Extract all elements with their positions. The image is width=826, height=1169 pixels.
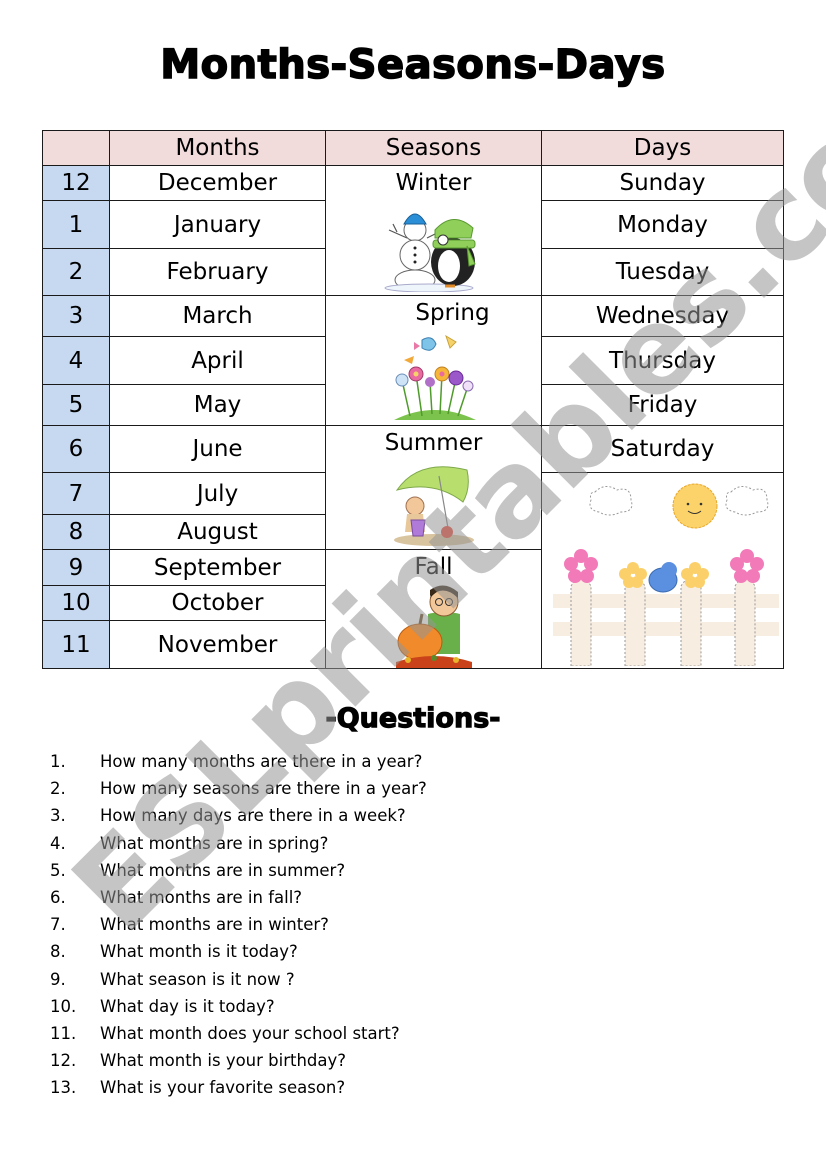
question-number: 8. [50,942,66,962]
question-number: 7. [50,915,66,935]
question-item: 10. What day is it today? [50,993,427,1020]
question-text: What season is it now ? [100,969,295,989]
season-label: Fall [414,554,453,580]
question-text: What month does your school start? [100,1023,400,1043]
question-number: 5. [50,860,66,880]
question-item: 13. What is your favorite season? [50,1074,427,1101]
header-seasons: Seasons [325,130,542,166]
header-number [42,130,110,166]
question-number: 12. [50,1051,77,1071]
question-item: 7. What months are in winter? [50,911,427,938]
question-text: How many months are there in a year? [100,752,423,772]
month-number: 2 [42,248,110,296]
season-spring: Spring [325,295,542,426]
question-item: 3. How many days are there in a week? [50,802,427,829]
month-number: 9 [42,549,110,586]
month-name: August [109,514,326,550]
question-number: 10. [50,996,77,1016]
month-name: April [109,336,326,385]
summer-beach-icon [393,466,474,546]
season-label: Summer [384,430,483,456]
day-name: Wednesday [541,295,784,337]
season-fall: Fall [325,549,542,669]
questions-list: 1. How many months are there in a year? 2… [50,748,427,1101]
month-name: October [109,585,326,621]
question-item: 11. What month does your school start? [50,1020,427,1047]
month-number: 12 [42,165,110,201]
questions-title: -Questions- [325,702,501,734]
question-text: What months are in spring? [100,833,329,853]
month-name: November [109,620,326,669]
question-item: 5. What months are in summer? [50,857,427,884]
question-number: 6. [50,888,66,908]
month-number: 5 [42,384,110,426]
question-item: 9. What season is it now ? [50,966,427,993]
month-number: 11 [42,620,110,669]
snowman-penguin-icon [384,213,476,292]
season-label: Spring [415,300,490,326]
question-item: 4. What months are in spring? [50,830,427,857]
days-illustration-cell [541,472,784,669]
question-text: What months are in winter? [100,915,329,935]
question-text: What is your favorite season? [100,1078,346,1098]
question-item: 2. How many seasons are there in a year? [50,775,427,802]
day-name: Saturday [541,425,784,473]
question-number: 4. [50,833,66,853]
month-name: December [109,165,326,201]
question-number: 3. [50,806,66,826]
question-item: 6. What months are in fall? [50,884,427,911]
question-text: What month is your birthday? [100,1051,347,1071]
month-number: 3 [42,295,110,337]
question-text: How many seasons are there in a year? [100,779,427,799]
question-item: 1. How many months are there in a year? [50,748,427,775]
sun-fence-flowers-icon [552,483,779,666]
question-number: 13. [50,1078,77,1098]
month-number: 7 [42,472,110,515]
month-number: 10 [42,585,110,621]
month-number: 4 [42,336,110,385]
question-number: 11. [50,1023,77,1043]
month-name: July [109,472,326,515]
question-number: 9. [50,969,66,989]
question-text: How many days are there in a week? [100,806,406,826]
question-text: What month is it today? [100,942,298,962]
page-title: Months-Seasons-Days [160,41,666,89]
question-text: What months are in fall? [100,888,303,908]
month-name: January [109,200,326,249]
header-months: Months [109,130,326,166]
header-days: Days [541,130,784,166]
season-summer: Summer [325,425,542,550]
month-number: 1 [42,200,110,249]
question-text: What day is it today? [100,996,275,1016]
question-text: What months are in summer? [100,860,346,880]
month-name: September [109,549,326,586]
month-name: February [109,248,326,296]
question-item: 12. What month is your birthday? [50,1047,427,1074]
month-number: 8 [42,514,110,550]
month-name: March [109,295,326,337]
month-name: June [109,425,326,473]
month-number: 6 [42,425,110,473]
day-name: Tuesday [541,248,784,296]
spring-flowers-icon [393,334,476,420]
question-item: 8. What month is it today? [50,938,427,965]
question-number: 1. [50,752,66,772]
season-winter: Winter [325,165,542,296]
day-name: Sunday [541,165,784,201]
fall-pumpkin-icon [395,585,472,668]
season-label: Winter [395,170,472,196]
day-name: Friday [541,384,784,426]
day-name: Thursday [541,336,784,385]
month-name: May [109,384,326,426]
day-name: Monday [541,200,784,249]
question-number: 2. [50,779,66,799]
